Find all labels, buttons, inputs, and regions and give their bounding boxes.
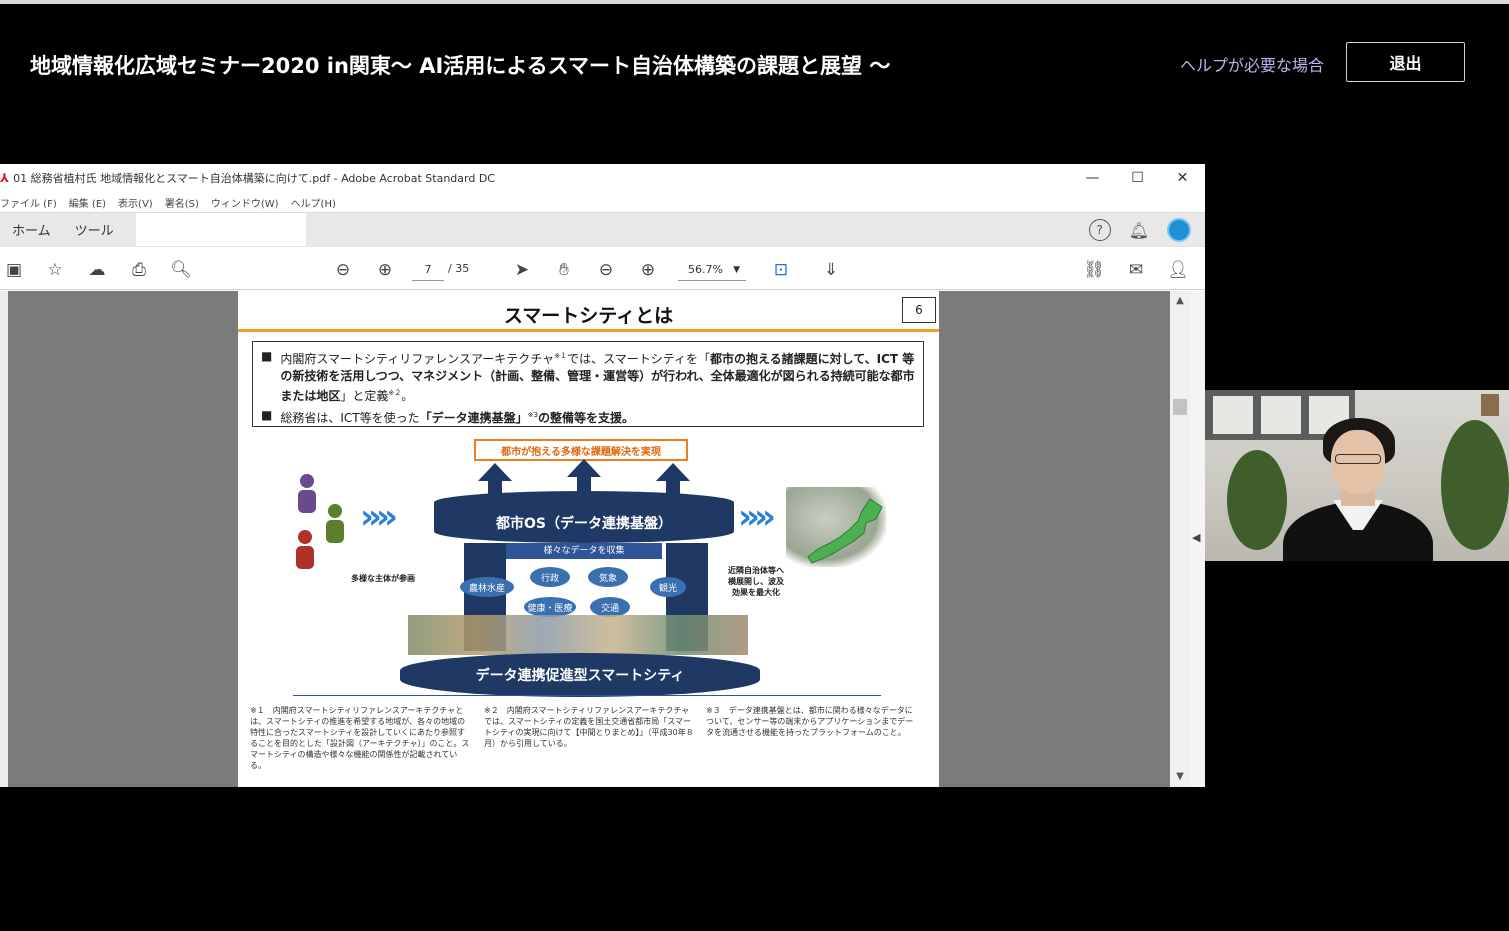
- previous-page-icon[interactable]: ⊖: [332, 259, 354, 281]
- minimize-button[interactable]: —: [1070, 164, 1115, 192]
- add-user-icon[interactable]: 👤︎: [1167, 259, 1189, 281]
- acrobat-menu-bar: ファイル (F) 編集 (E) 表示(V) 署名(S) ウィンドウ(W) ヘルプ…: [0, 192, 1205, 212]
- zoom-in-icon[interactable]: ⊕: [637, 259, 659, 281]
- zoom-out-icon[interactable]: ⊖: [595, 259, 617, 281]
- bookmark-star-icon[interactable]: ☆: [44, 259, 66, 281]
- tab-close-icon[interactable]: ×: [286, 223, 296, 237]
- menu-window[interactable]: ウィンドウ(W): [211, 195, 279, 210]
- presenter-glasses: [1335, 454, 1381, 464]
- data-blob-agriculture: 農林水産: [460, 577, 514, 597]
- person-icon-red: [296, 530, 314, 569]
- slide-page: スマートシティとは 6 ■ 内閣府スマートシティリファレンスアーキテクチャ※１で…: [238, 291, 939, 787]
- vertical-scrollbar[interactable]: ▲ ▼: [1170, 291, 1190, 787]
- hand-tool-icon[interactable]: ✋︎: [553, 259, 575, 281]
- menu-sign[interactable]: 署名(S): [165, 195, 199, 210]
- tab-tools[interactable]: ツール: [63, 213, 126, 247]
- page-total: / 35: [448, 262, 470, 275]
- tab-document[interactable]: 01 総務省植村氏 地... ×: [135, 212, 306, 247]
- japan-map-icon: [807, 498, 883, 564]
- solution-banner: 都市が抱える多様な課題解決を実現: [474, 439, 688, 461]
- window-controls: — ☐ ✕: [1070, 164, 1205, 192]
- bullet-support: ■ 総務省は、ICT等を使った「データ連携基盤」※3の整備等を支援。: [261, 408, 634, 425]
- menu-file[interactable]: ファイル (F): [0, 195, 57, 210]
- top-border: [0, 0, 1509, 4]
- bell-icon[interactable]: 🔔︎: [1129, 221, 1149, 240]
- left-caption: 多様な主体が参画: [351, 574, 415, 583]
- account-icons: ? 🔔︎: [1088, 213, 1191, 247]
- page-number-input[interactable]: 7: [412, 259, 444, 281]
- right-chevron-arrows: »»: [738, 497, 776, 537]
- next-page-icon[interactable]: ⊕: [374, 259, 396, 281]
- slide-number: 6: [902, 297, 936, 323]
- footnote-3: ※３ データ連携基盤とは、都市に関わる様々なデータについて、センサー等の端末から…: [706, 706, 914, 737]
- city-os-label: 都市OS（データ連携基盤）: [496, 516, 672, 532]
- right-pane-toggle[interactable]: ◀: [1190, 291, 1205, 787]
- upload-cloud-icon[interactable]: ☁: [86, 259, 108, 281]
- document-viewer: スマートシティとは 6 ■ 内閣府スマートシティリファレンスアーキテクチャ※１で…: [0, 291, 1205, 787]
- select-pointer-icon[interactable]: ➤: [511, 259, 533, 281]
- menu-view[interactable]: 表示(V): [118, 195, 153, 210]
- acrobat-tab-bar: ホーム ツール 01 総務省植村氏 地... × ? 🔔︎: [0, 212, 1205, 247]
- data-blob-transport: 交通: [590, 597, 630, 617]
- scroll-mode-icon[interactable]: ⇓: [820, 259, 842, 281]
- acrobat-app-icon: ⅄: [0, 171, 10, 185]
- tab-document-label: 01 総務省植村氏 地...: [157, 223, 276, 237]
- page-title: 地域情報化広域セミナー2020 in関東～ AI活用によるスマート自治体構築の課…: [30, 54, 891, 78]
- close-window-button[interactable]: ✕: [1160, 164, 1205, 192]
- slide-title-rule: [238, 329, 939, 332]
- link-share-icon[interactable]: ⛓: [1083, 259, 1105, 281]
- footnote-1: ※１ 内閣府スマートシティリファレンスアーキテクチャとは、スマートシティの推進を…: [250, 706, 470, 770]
- fit-page-icon[interactable]: ⊡: [770, 259, 792, 281]
- definition-box: ■ 内閣府スマートシティリファレンスアーキテクチャ※１では、スマートシティを「都…: [252, 341, 924, 427]
- scroll-up-icon[interactable]: ▲: [1170, 295, 1190, 306]
- save-icon[interactable]: ▣: [3, 259, 25, 281]
- person-icon-green: [326, 504, 344, 543]
- acrobat-title-bar: ⅄ 01 総務省植村氏 地域情報化とスマート自治体構築に向けて.pdf - Ad…: [0, 164, 1205, 192]
- footnote-2: ※２ 内閣府スマートシティリファレンスアーキテクチャでは、スマートシティの定義を…: [484, 706, 694, 748]
- footnote-rule: [293, 695, 881, 696]
- print-icon[interactable]: ⎙: [128, 259, 150, 281]
- left-panel-strip: [0, 291, 8, 787]
- smart-city-base-label: データ連携促進型スマートシティ: [475, 668, 685, 684]
- acrobat-toolbar: ▣ ☆ ☁ ⎙ 🔍︎ ⊖ ⊕ 7 / 35 ➤ ✋︎ ⊖ ⊕ 56.7% ▼ ⊡ …: [0, 246, 1205, 290]
- data-blob-weather: 気象: [588, 567, 628, 587]
- help-icon[interactable]: ?: [1088, 219, 1111, 241]
- presenter-webcam: [1205, 390, 1509, 561]
- plant-left: [1227, 450, 1287, 550]
- chevron-left-icon[interactable]: ◀: [1192, 531, 1200, 544]
- data-collect-label: 様々なデータを収集: [506, 543, 662, 559]
- bullet-definition: ■ 内閣府スマートシティリファレンスアーキテクチャ※１では、スマートシティを「都…: [261, 349, 915, 403]
- person-icon-purple: [298, 474, 316, 513]
- zoom-select[interactable]: 56.7% ▼: [678, 259, 746, 281]
- menu-edit[interactable]: 編集 (E): [69, 195, 106, 210]
- plant-right: [1441, 420, 1509, 550]
- menu-help[interactable]: ヘルプ(H): [291, 195, 336, 210]
- tab-home[interactable]: ホーム: [0, 213, 63, 247]
- slide-title: スマートシティとは: [503, 305, 674, 327]
- shared-screen-acrobat-window: ⅄ 01 総務省植村氏 地域情報化とスマート自治体構築に向けて.pdf - Ad…: [0, 164, 1205, 787]
- exit-button[interactable]: 退出: [1346, 42, 1465, 82]
- user-avatar[interactable]: [1167, 218, 1191, 242]
- data-blob-administration: 行政: [530, 567, 570, 587]
- email-icon[interactable]: ✉: [1125, 259, 1147, 281]
- scroll-thumb[interactable]: [1173, 399, 1187, 415]
- help-link[interactable]: ヘルプが必要な場合: [1180, 52, 1324, 76]
- data-blob-health: 健康・医療: [524, 597, 576, 617]
- acrobat-window-title: 01 総務省植村氏 地域情報化とスマート自治体構築に向けて.pdf - Adob…: [13, 172, 495, 185]
- scroll-down-icon[interactable]: ▼: [1170, 771, 1190, 782]
- maximize-button[interactable]: ☐: [1115, 164, 1160, 192]
- find-search-icon[interactable]: 🔍︎: [170, 259, 192, 281]
- left-chevron-arrows: »»: [360, 497, 398, 537]
- data-blob-tourism: 観光: [650, 577, 686, 597]
- city-illustration: [408, 615, 748, 655]
- right-caption: 近隣自治体等へ 横展開し、波及 効果を最大化: [728, 566, 784, 597]
- wall-clock: [1481, 394, 1499, 416]
